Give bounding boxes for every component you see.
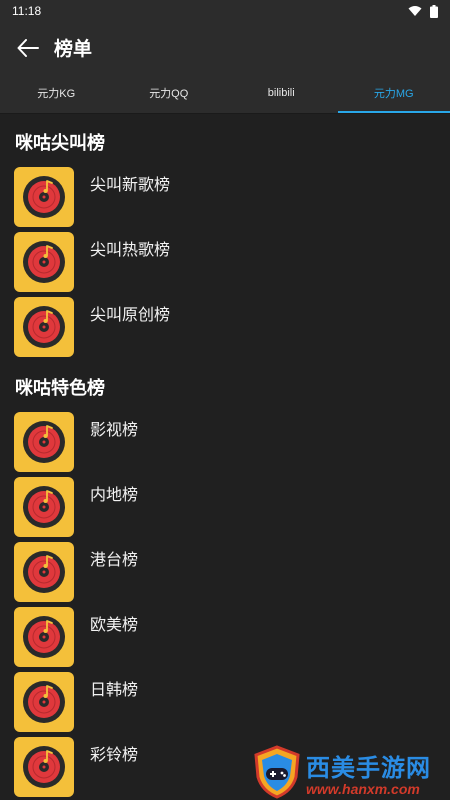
vinyl-disc-icon [14, 671, 74, 732]
chart-name: 尖叫新歌榜 [90, 174, 171, 194]
chart-name: 尖叫热歌榜 [90, 239, 171, 259]
watermark-name: 西美手游网 [306, 753, 431, 782]
vinyl-disc-icon [14, 736, 74, 797]
chart-list-item[interactable]: 尖叫原创榜 [14, 294, 436, 359]
vinyl-disc-icon [14, 411, 74, 472]
tab-3[interactable]: 元力MG [337, 73, 450, 113]
chart-name: 日韩榜 [90, 679, 139, 699]
section-title: 咪咕特色榜 [15, 378, 105, 399]
chart-list: 咪咕尖叫榜尖叫新歌榜尖叫热歌榜尖叫原创榜咪咕特色榜影视榜内地榜港台榜欧美榜日韩榜… [0, 114, 450, 799]
chart-list-item[interactable]: 内地榜 [14, 474, 436, 539]
chart-name: 影视榜 [90, 419, 139, 439]
vinyl-disc-icon [14, 476, 74, 537]
section-title: 咪咕尖叫榜 [15, 133, 105, 154]
chart-list-item[interactable]: 尖叫热歌榜 [14, 229, 436, 294]
watermark: 西美手游网 www.hanxm.com [252, 744, 447, 800]
page-title: 榜单 [54, 38, 93, 60]
app-bar: 榜单 [0, 22, 450, 73]
vinyl-disc-icon [14, 541, 74, 602]
tab-2[interactable]: bilibili [225, 73, 338, 113]
chart-list-item[interactable]: 港台榜 [14, 539, 436, 604]
chart-list-item[interactable]: 日韩榜 [14, 669, 436, 734]
chart-name: 欧美榜 [90, 614, 139, 634]
status-icons [408, 4, 438, 18]
tab-0[interactable]: 元力KG [0, 73, 113, 113]
watermark-url: www.hanxm.com [306, 780, 420, 797]
source-tabs: 元力KG 元力QQ bilibili 元力MG [0, 73, 450, 114]
battery-icon [430, 4, 438, 18]
vinyl-disc-icon [14, 166, 74, 227]
vinyl-disc-icon [14, 296, 74, 357]
status-bar: 11:18 [0, 0, 450, 22]
chart-list-item[interactable]: 尖叫新歌榜 [14, 164, 436, 229]
back-button[interactable] [14, 34, 42, 62]
chart-list-item[interactable]: 欧美榜 [14, 604, 436, 669]
arrow-left-icon [17, 38, 39, 57]
chart-name: 彩铃榜 [90, 744, 139, 764]
chart-name: 港台榜 [90, 549, 139, 569]
chart-list-item[interactable]: 影视榜 [14, 409, 436, 474]
status-time: 11:18 [12, 4, 42, 18]
tab-1[interactable]: 元力QQ [113, 73, 226, 113]
chart-name: 尖叫原创榜 [90, 304, 171, 324]
vinyl-disc-icon [14, 231, 74, 292]
vinyl-disc-icon [14, 606, 74, 667]
gamepad-shield-icon [254, 745, 300, 799]
chart-name: 内地榜 [90, 484, 139, 504]
wifi-icon [408, 6, 422, 16]
